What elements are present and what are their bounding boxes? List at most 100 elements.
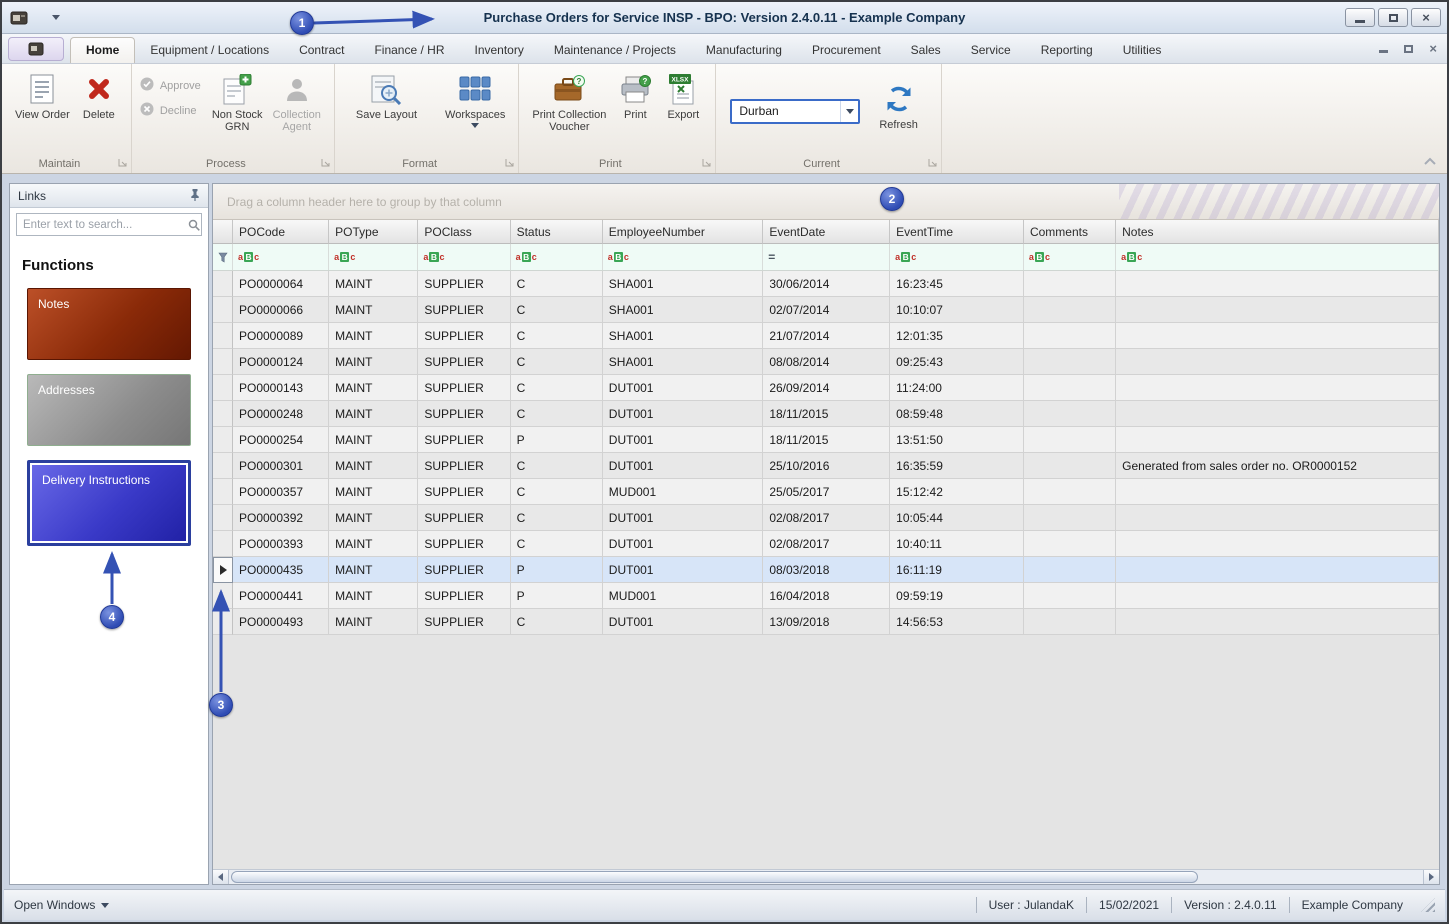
column-header-notes[interactable]: Notes [1116,220,1439,244]
quick-access-caret-icon[interactable] [52,15,60,20]
column-header-employeenumber[interactable]: EmployeeNumber [602,220,764,244]
table-row-PO0000064[interactable]: PO0000064 MAINT SUPPLIER C SHA001 30/06/2014 1… [213,271,1439,297]
open-windows-button[interactable]: Open Windows [14,898,110,912]
doc-minimize-icon[interactable] [1379,50,1389,53]
print-button[interactable]: ? Print [611,69,659,125]
table-row-PO0000392[interactable]: PO0000392 MAINT SUPPLIER C DUT001 02/08/2017 1… [213,505,1439,531]
table-row-PO0000493[interactable]: PO0000493 MAINT SUPPLIER C DUT001 13/09/2018 1… [213,609,1439,635]
row-indicator [213,323,233,349]
column-header-eventtime[interactable]: EventTime [890,220,1024,244]
doc-close-icon[interactable]: × [1429,42,1437,55]
cell-comments [1023,375,1117,401]
collection-agent-button[interactable]: Collection Agent [268,69,326,137]
cell-pocode: PO0000064 [233,271,330,297]
filter-cell-eventdate[interactable]: = [763,244,891,270]
table-row-PO0000254[interactable]: PO0000254 MAINT SUPPLIER P DUT001 18/11/2015 1… [213,427,1439,453]
refresh-button[interactable]: Refresh [874,79,923,135]
table-row-PO0000124[interactable]: PO0000124 MAINT SUPPLIER C SHA001 08/08/2014 0… [213,349,1439,375]
column-header-eventdate[interactable]: EventDate [763,220,891,244]
group-by-panel[interactable]: Drag a column header here to group by th… [213,184,1439,220]
search-icon[interactable] [183,219,205,231]
filter-cell-employeenumber[interactable]: aBc [602,244,764,270]
filter-cell-eventtime[interactable]: aBc [890,244,1024,270]
filter-cell-status[interactable]: aBc [510,244,603,270]
filter-cell-poclass[interactable]: aBc [418,244,511,270]
print-dialog-launcher-icon[interactable] [702,156,711,170]
delete-button[interactable]: Delete [75,69,123,125]
filter-cell-comments[interactable]: aBc [1023,244,1117,270]
horizontal-scrollbar[interactable] [213,869,1439,884]
cell-employeenumber: DUT001 [602,609,764,635]
search-input[interactable] [17,218,183,231]
scroll-left-button[interactable] [213,870,229,884]
table-row-PO0000441[interactable]: PO0000441 MAINT SUPPLIER P MUD001 16/04/2018 0… [213,583,1439,609]
tab-procurement[interactable]: Procurement [797,38,896,63]
minimize-button[interactable] [1345,8,1375,27]
view-order-button[interactable]: View Order [10,69,75,125]
delivery-instructions-function-button[interactable]: Delivery Instructions [27,460,191,546]
column-header-pocode[interactable]: POCode [233,220,330,244]
tab-reporting[interactable]: Reporting [1026,38,1108,63]
tab-maintenance-projects[interactable]: Maintenance / Projects [539,38,691,63]
scroll-right-button[interactable] [1423,870,1439,884]
app-logo-icon[interactable] [8,9,30,27]
scrollbar-thumb[interactable] [231,871,1199,883]
column-header-status[interactable]: Status [510,220,603,244]
resize-grip[interactable] [1421,898,1435,912]
export-label: Export [667,109,700,121]
table-row-PO0000301[interactable]: PO0000301 MAINT SUPPLIER C DUT001 25/10/2016 1… [213,453,1439,479]
save-layout-button[interactable]: Save Layout [351,69,422,125]
equals-filter-icon: = [768,250,776,264]
collapse-ribbon-icon[interactable] [1423,155,1437,169]
column-header-comments[interactable]: Comments [1023,220,1117,244]
notes-function-button[interactable]: Notes [27,288,191,360]
status-company: Example Company [1301,898,1403,912]
workspaces-button[interactable]: Workspaces [440,69,510,132]
table-row-PO0000143[interactable]: PO0000143 MAINT SUPPLIER C DUT001 26/09/2014 1… [213,375,1439,401]
site-combobox-dropdown-button[interactable] [840,100,858,122]
site-combobox[interactable]: Durban [730,98,861,124]
maximize-button[interactable] [1378,8,1408,27]
column-header-potype[interactable]: POType [329,220,419,244]
abc-filter-icon: aBc [334,252,356,262]
column-header-poclass[interactable]: POClass [418,220,511,244]
pin-icon[interactable] [190,188,200,204]
table-row-PO0000089[interactable]: PO0000089 MAINT SUPPLIER C SHA001 21/07/2014 1… [213,323,1439,349]
decline-button[interactable]: Decline [140,102,201,119]
print-collection-voucher-button[interactable]: ? Print Collection Voucher [527,69,611,137]
row-indicator [213,609,233,635]
tab-home[interactable]: Home [70,37,136,63]
tab-equipment-locations[interactable]: Equipment / Locations [135,38,284,63]
tab-inventory[interactable]: Inventory [459,38,538,63]
addresses-function-button[interactable]: Addresses [27,374,191,446]
search-box [16,213,202,236]
filter-cell-notes[interactable]: aBc [1116,244,1439,270]
tab-contract[interactable]: Contract [284,38,359,63]
non-stock-grn-button[interactable]: Non Stock GRN [207,69,268,137]
close-button[interactable]: × [1411,8,1441,27]
tab-finance-hr[interactable]: Finance / HR [359,38,459,63]
cell-status: C [510,531,603,557]
filter-cell-potype[interactable]: aBc [329,244,419,270]
table-row-PO0000357[interactable]: PO0000357 MAINT SUPPLIER C MUD001 25/05/2017 1… [213,479,1439,505]
tab-manufacturing[interactable]: Manufacturing [691,38,797,63]
application-menu-button[interactable] [8,37,64,61]
export-button[interactable]: XLSX Export [659,69,707,125]
filter-cell-pocode[interactable]: aBc [233,244,330,270]
table-row-PO0000393[interactable]: PO0000393 MAINT SUPPLIER C DUT001 02/08/2017 1… [213,531,1439,557]
table-row-PO0000435[interactable]: PO0000435 MAINT SUPPLIER P DUT001 08/03/2018 1… [213,557,1439,583]
scrollbar-track[interactable] [229,870,1423,884]
cell-pocode: PO0000301 [233,453,330,479]
table-row-PO0000248[interactable]: PO0000248 MAINT SUPPLIER C DUT001 18/11/2015 0… [213,401,1439,427]
doc-restore-icon[interactable] [1404,44,1414,53]
tab-sales[interactable]: Sales [896,38,956,63]
tab-service[interactable]: Service [956,38,1026,63]
table-row-PO0000066[interactable]: PO0000066 MAINT SUPPLIER C SHA001 02/07/2014 1… [213,297,1439,323]
process-dialog-launcher-icon[interactable] [321,156,330,170]
approve-button[interactable]: Approve [140,77,201,94]
current-dialog-launcher-icon[interactable] [928,156,937,170]
tab-utilities[interactable]: Utilities [1108,38,1177,63]
format-dialog-launcher-icon[interactable] [505,156,514,170]
cell-poclass: SUPPLIER [418,349,511,375]
maintain-dialog-launcher-icon[interactable] [118,156,127,170]
